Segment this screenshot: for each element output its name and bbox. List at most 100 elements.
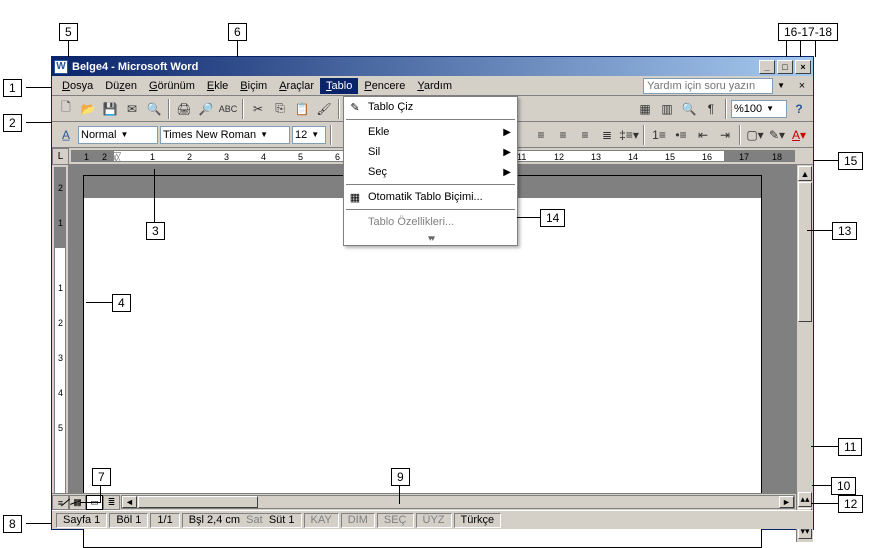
scroll-right-button[interactable]: ► [779,496,794,508]
annotation-7: 7 [92,468,111,486]
help-dropdown-icon[interactable]: ▼ [777,81,785,90]
status-ext[interactable]: SEÇ [377,513,414,528]
close-document-button[interactable]: × [795,79,809,93]
expand-menu-icon[interactable]: ▾▾ [344,232,517,245]
styles-pane-icon[interactable]: A̲ [56,125,76,145]
style-combo[interactable]: Normal▼ [78,126,158,144]
copy-icon[interactable]: ⎘ [270,99,290,119]
annotation-5: 5 [59,23,78,41]
horizontal-scrollbar[interactable]: ◄ ► [121,495,795,509]
menu-item-sil[interactable]: Sil ▶ [344,142,517,162]
align-center-icon[interactable]: ≡ [553,125,573,145]
new-icon[interactable]: 🗋 [56,99,76,119]
menu-item-ekle[interactable]: Ekle ▶ [344,122,517,142]
titlebar: W Belge4 - Microsoft Word _ □ × [52,57,813,76]
status-ovr[interactable]: ÜYZ [416,513,452,528]
mail-icon[interactable]: ✉ [122,99,142,119]
decrease-indent-icon[interactable]: ⇤ [693,125,713,145]
annotation-6: 6 [228,23,247,41]
annotation-8: 8 [3,515,22,533]
spellcheck-icon[interactable]: ABC [218,99,238,119]
pencil-icon: ✎ [348,100,362,114]
annotation-2: 2 [3,114,22,132]
menu-item-sec[interactable]: Seç ▶ [344,162,517,182]
align-left-icon[interactable]: ≡ [531,125,551,145]
search-doc-icon[interactable]: 🔍 [144,99,164,119]
annotation-13: 13 [832,222,857,240]
tablo-dropdown: ✎ Tablo Çiz Ekle ▶ Sil ▶ Seç ▶ ▦ Otomati… [343,96,518,246]
outline-view-button[interactable]: ≣ [103,495,120,510]
scroll-thumb[interactable] [798,182,812,322]
window-title: Belge4 - Microsoft Word [72,61,198,73]
zoom-value: %100 [734,103,762,115]
vertical-ruler[interactable]: 2 1 1 2 3 4 5 [52,165,69,508]
status-trk[interactable]: DİM [341,513,375,528]
menu-item-otomatik-tablo-bicimi[interactable]: ▦ Otomatik Tablo Biçimi... [344,187,517,207]
menu-ekle[interactable]: Ekle [201,78,234,94]
format-painter-icon[interactable]: 🖌 [314,99,334,119]
open-icon[interactable]: 📂 [78,99,98,119]
scroll-left-button[interactable]: ◄ [122,496,137,508]
borders-icon[interactable]: ▢▾ [745,125,765,145]
save-icon[interactable]: 💾 [100,99,120,119]
annotation-9: 9 [391,468,410,486]
menu-item-tablo-ozellikleri: Tablo Özellikleri... [344,212,517,232]
hscroll-row: ≡ ▦ ▭ ≣ ◄ ► [52,493,796,510]
menu-gorunum[interactable]: Görünüm [143,78,201,94]
columns-icon[interactable]: ▥ [657,99,677,119]
doc-map-icon[interactable]: 🔍 [679,99,699,119]
menu-item-tablo-ciz[interactable]: ✎ Tablo Çiz [344,97,517,117]
scroll-up-button[interactable]: ▲ [798,166,812,181]
maximize-button[interactable]: □ [777,60,793,74]
print-preview-icon[interactable]: 🔎 [196,99,216,119]
menu-yardim[interactable]: Yardım [411,78,458,94]
justify-icon[interactable]: ≣ [597,125,617,145]
align-right-icon[interactable]: ≡ [575,125,595,145]
annotation-12: 12 [838,495,863,513]
menu-araclar[interactable]: Araçlar [273,78,320,94]
menu-pencere[interactable]: Pencere [358,78,411,94]
status-rec[interactable]: KAY [304,513,339,528]
status-position: Bşl 2,4 cm Sat Süt 1 [182,513,302,528]
style-value: Normal [81,129,116,141]
paste-icon[interactable]: 📋 [292,99,312,119]
show-marks-icon[interactable]: ¶ [701,99,721,119]
menu-tablo[interactable]: Tablo [320,78,358,94]
previous-page-button[interactable]: ▴▴ [798,492,812,507]
vertical-scrollbar[interactable]: ▲ ▼ [796,165,813,508]
hscroll-thumb[interactable] [138,496,258,508]
normal-view-button[interactable]: ≡ [52,495,69,510]
status-language[interactable]: Türkçe [454,513,502,528]
status-page-count: 1/1 [150,513,179,528]
word-icon: W [54,60,68,74]
annotation-15: 15 [838,152,863,170]
line-spacing-icon[interactable]: ‡≡▾ [619,125,639,145]
annotation-10: 10 [831,477,856,495]
menu-duzen[interactable]: Düzen [99,78,143,94]
submenu-arrow-icon: ▶ [503,127,511,138]
annotation-1: 1 [3,79,22,97]
tables-borders-icon[interactable]: ▦ [635,99,655,119]
app-window: W Belge4 - Microsoft Word _ □ × Dosya Dü… [51,56,814,530]
increase-indent-icon[interactable]: ⇥ [715,125,735,145]
font-size-combo[interactable]: 12▼ [292,126,326,144]
tab-selector[interactable]: L [52,148,69,165]
close-button[interactable]: × [795,60,811,74]
minimize-button[interactable]: _ [759,60,775,74]
print-icon[interactable]: 🖨 [174,99,194,119]
cut-icon[interactable]: ✂ [248,99,268,119]
numbering-icon[interactable]: 1≡ [649,125,669,145]
font-color-icon[interactable]: A▾ [789,125,809,145]
annotation-16-17-18: 16-17-18 [778,23,838,41]
font-combo[interactable]: Times New Roman▼ [160,126,290,144]
zoom-combo[interactable]: %100▼ [731,100,787,118]
help-search-input[interactable] [643,78,773,94]
menu-bicim[interactable]: Biçim [234,78,273,94]
highlight-icon[interactable]: ✎▾ [767,125,787,145]
menu-dosya[interactable]: Dosya [56,78,99,94]
bullets-icon[interactable]: •≡ [671,125,691,145]
annotation-3: 3 [146,222,165,240]
statusbar: Sayfa 1 Böl 1 1/1 Bşl 2,4 cm Sat Süt 1 K… [52,510,813,529]
help-icon[interactable]: ? [789,99,809,119]
font-value: Times New Roman [163,129,256,141]
